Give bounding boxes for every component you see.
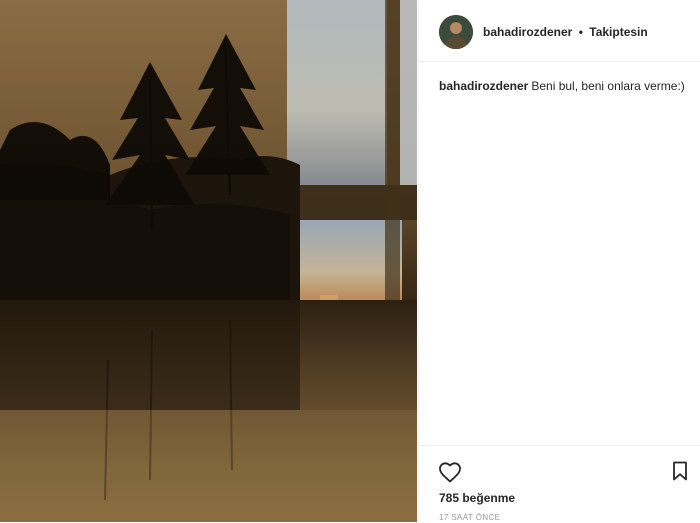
save-button[interactable] <box>672 461 688 481</box>
caption-text: Beni bul, beni onlara verme:) <box>531 79 685 93</box>
header-user-line: bahadirozdener • Takiptesin <box>483 25 648 39</box>
like-count[interactable]: 785 beğenme <box>439 491 515 505</box>
post-side-panel: bahadirozdener • Takiptesin bahadirozden… <box>418 0 700 522</box>
separator-dot: • <box>578 25 583 39</box>
post-caption: bahadirozdener Beni bul, beni onlara verm… <box>439 78 689 94</box>
user-avatar[interactable] <box>439 15 473 49</box>
follow-status-button[interactable]: Takiptesin <box>589 25 647 39</box>
username-link[interactable]: bahadirozdener <box>483 25 572 39</box>
avatar-image <box>439 15 473 49</box>
like-button[interactable] <box>438 461 462 483</box>
post-header: bahadirozdener • Takiptesin <box>419 0 700 62</box>
post-photo[interactable] <box>0 0 417 522</box>
bookmark-outline-icon <box>673 461 687 481</box>
post-actions: 785 beğenme 17 SAAT ÖNCE <box>419 445 700 523</box>
photo-image <box>0 0 417 522</box>
post-timestamp[interactable]: 17 SAAT ÖNCE <box>439 513 500 522</box>
caption-username-link[interactable]: bahadirozdener <box>439 79 528 93</box>
instagram-post: bahadirozdener • Takiptesin bahadirozden… <box>0 0 700 522</box>
heart-outline-icon <box>439 462 461 483</box>
